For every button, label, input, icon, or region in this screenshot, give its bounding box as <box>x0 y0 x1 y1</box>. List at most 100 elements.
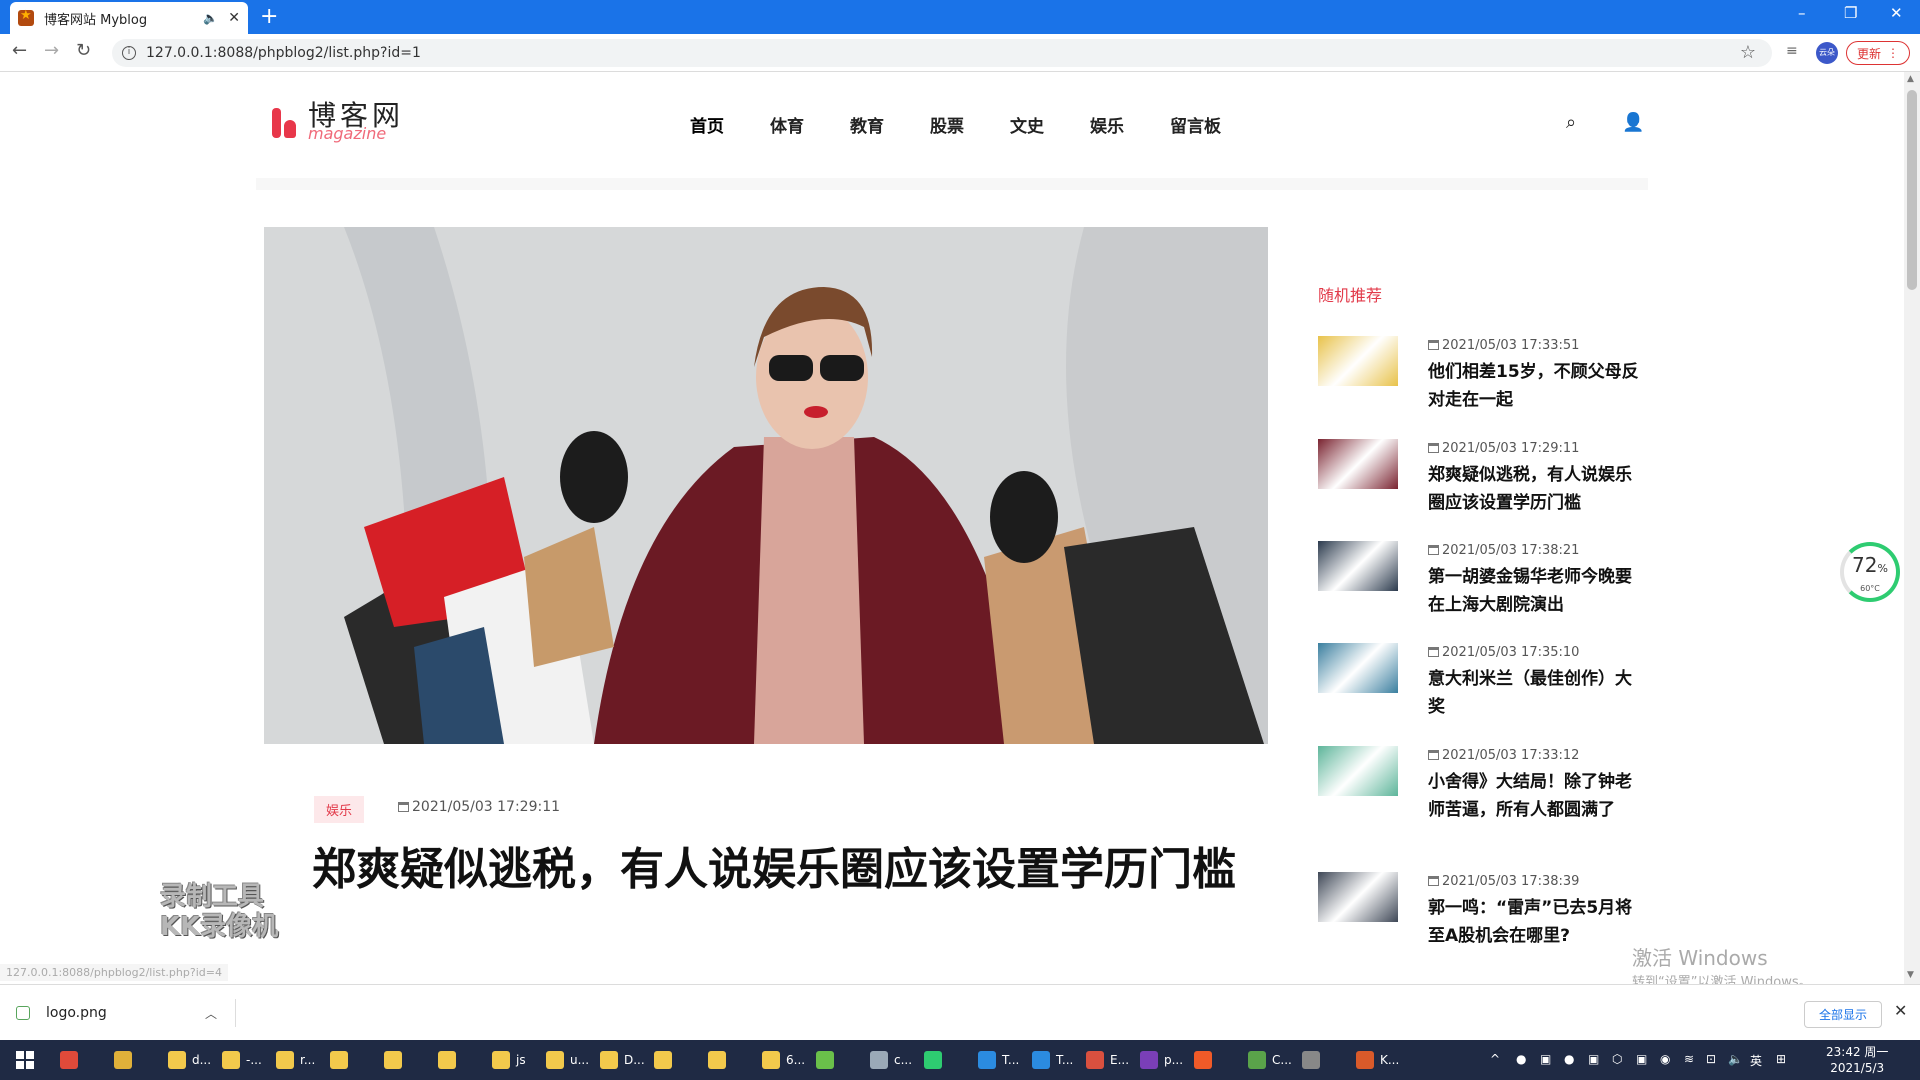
taskbar-app[interactable] <box>330 1048 354 1072</box>
taskbar-app[interactable] <box>1302 1048 1326 1072</box>
ime-indicator[interactable]: 英 <box>1750 1052 1762 1069</box>
page-scrollbar[interactable]: ▲ ▼ <box>1904 72 1920 984</box>
keyboard-icon[interactable]: ⊞ <box>1776 1052 1786 1066</box>
minimize-icon[interactable]: – <box>1798 4 1806 22</box>
update-button[interactable]: 更新 ⋮ <box>1846 41 1910 65</box>
taskbar-app[interactable]: r... <box>276 1048 315 1072</box>
more-menu-icon[interactable]: ⋮ <box>1887 46 1899 60</box>
nav-education[interactable]: 教育 <box>850 112 884 137</box>
taskbar-app[interactable]: 6... <box>762 1048 805 1072</box>
browser-tab[interactable]: 博客网站 Myblog 🔈 ✕ <box>10 2 248 34</box>
header-divider <box>256 178 1648 190</box>
nav-guestbook[interactable]: 留言板 <box>1170 112 1221 137</box>
category-tag[interactable]: 娱乐 <box>314 796 365 823</box>
tab-close-icon[interactable]: ✕ <box>228 10 240 26</box>
recommend-item[interactable]: 2021/05/03 17:38:39 郭一鸣：“雷声”已去5月将至A股机会在哪… <box>1318 872 1648 974</box>
profile-avatar[interactable]: 云朵 <box>1816 42 1838 64</box>
nav-home[interactable]: 首页 <box>690 112 724 137</box>
scroll-up-icon[interactable]: ▲ <box>1907 74 1914 84</box>
recommend-item[interactable]: 2021/05/03 17:29:11 郑爽疑似逃税，有人说娱乐圈应该设置学历门… <box>1318 439 1648 541</box>
taskbar-app[interactable] <box>924 1048 948 1072</box>
recommend-title[interactable]: 郑爽疑似逃税，有人说娱乐圈应该设置学历门槛 <box>1428 461 1648 517</box>
download-item[interactable]: logo.png ︿ <box>16 999 236 1027</box>
reading-list-icon[interactable]: ≡ <box>1786 43 1798 59</box>
audio-icon[interactable]: 🔈 <box>203 11 218 25</box>
taskbar-app[interactable]: d... <box>168 1048 211 1072</box>
taskbar-app[interactable] <box>816 1048 840 1072</box>
taskbar-app[interactable]: K... <box>1356 1048 1399 1072</box>
tray-app-icon[interactable]: ▣ <box>1588 1052 1599 1066</box>
taskbar-app[interactable]: -... <box>222 1048 262 1072</box>
chevron-up-icon[interactable]: ︿ <box>205 1005 217 1022</box>
scrollbar-thumb[interactable] <box>1907 90 1917 290</box>
taskbar-app[interactable] <box>708 1048 732 1072</box>
tray-app-icon[interactable]: ⬡ <box>1612 1052 1622 1066</box>
address-bar[interactable]: i 127.0.0.1:8088/phpblog2/list.php?id=1 … <box>112 39 1772 67</box>
taskbar-app[interactable]: p... <box>1140 1048 1183 1072</box>
scroll-down-icon[interactable]: ▼ <box>1907 970 1914 980</box>
download-filename[interactable]: logo.png <box>46 1005 107 1021</box>
window-close-icon[interactable]: ✕ <box>1890 4 1903 22</box>
recommend-title[interactable]: 意大利米兰（最佳创作）大奖 <box>1428 665 1648 721</box>
taskbar-app[interactable]: T... <box>1032 1048 1073 1072</box>
recommend-item[interactable]: 2021/05/03 17:33:51 他们相差15岁，不顾父母反对走在一起 <box>1318 336 1648 438</box>
url-text[interactable]: 127.0.0.1:8088/phpblog2/list.php?id=1 <box>146 45 421 61</box>
update-label: 更新 <box>1856 46 1881 61</box>
forward-icon[interactable]: → <box>44 40 59 61</box>
user-icon[interactable]: 👤 <box>1622 112 1644 133</box>
taskbar-app[interactable] <box>60 1048 84 1072</box>
show-all-button[interactable]: 全部显示 <box>1804 1001 1883 1028</box>
tray-app-icon[interactable]: ▣ <box>1636 1052 1647 1066</box>
tray-app-icon[interactable]: ● <box>1516 1052 1526 1066</box>
recommend-item[interactable]: 2021/05/03 17:33:12 小舍得》大结局！除了钟老师苦逼，所有人都… <box>1318 746 1648 848</box>
back-icon[interactable]: ← <box>12 40 27 61</box>
nav-history[interactable]: 文史 <box>1010 112 1044 137</box>
recommend-thumbnail[interactable] <box>1318 541 1398 591</box>
recommend-title[interactable]: 他们相差15岁，不顾父母反对走在一起 <box>1428 358 1648 414</box>
nav-sports[interactable]: 体育 <box>770 112 804 137</box>
nav-entertainment[interactable]: 娱乐 <box>1090 112 1124 137</box>
recommend-title[interactable]: 小舍得》大结局！除了钟老师苦逼，所有人都圆满了 <box>1428 768 1648 824</box>
performance-gauge[interactable]: 72% 60°C <box>1840 542 1900 602</box>
network-icon[interactable]: ⊡ <box>1706 1052 1716 1066</box>
tray-app-icon[interactable]: ▣ <box>1540 1052 1551 1066</box>
taskbar-app[interactable] <box>438 1048 462 1072</box>
recommend-thumbnail[interactable] <box>1318 872 1398 922</box>
recommend-title[interactable]: 第一胡婆金锡华老师今晚要在上海大剧院演出 <box>1428 563 1648 619</box>
taskbar-app[interactable]: E... <box>1086 1048 1129 1072</box>
taskbar-app[interactable]: u... <box>546 1048 589 1072</box>
recommend-item[interactable]: 2021/05/03 17:35:10 意大利米兰（最佳创作）大奖 <box>1318 643 1648 745</box>
site-logo[interactable]: 博客网 magazine <box>266 102 404 142</box>
recommend-title[interactable]: 郭一鸣：“雷声”已去5月将至A股机会在哪里? <box>1428 894 1648 950</box>
recommend-thumbnail[interactable] <box>1318 746 1398 796</box>
tray-overflow-icon[interactable]: ^ <box>1490 1052 1500 1066</box>
recommend-thumbnail[interactable] <box>1318 439 1398 489</box>
taskbar-app[interactable]: js <box>492 1048 526 1072</box>
volume-icon[interactable]: 🔈 <box>1728 1052 1743 1066</box>
download-bar-close-icon[interactable]: ✕ <box>1894 1001 1907 1020</box>
system-clock[interactable]: 23:42 周一 2021/5/3 <box>1826 1044 1888 1076</box>
recommend-thumbnail[interactable] <box>1318 643 1398 693</box>
wifi-icon[interactable]: ≋ <box>1684 1052 1694 1066</box>
taskbar-app[interactable]: T... <box>978 1048 1019 1072</box>
search-icon[interactable]: ⌕ <box>1566 112 1576 133</box>
taskbar-app[interactable] <box>384 1048 408 1072</box>
taskbar-app[interactable] <box>654 1048 678 1072</box>
main-nav: 首页 体育 教育 股票 文史 娱乐 留言板 <box>690 112 1267 137</box>
new-tab-button[interactable]: + <box>260 4 278 29</box>
nav-stocks[interactable]: 股票 <box>930 112 964 137</box>
windows-start-icon[interactable] <box>16 1051 34 1069</box>
wechat-tray-icon[interactable]: ◉ <box>1660 1052 1670 1066</box>
bookmark-star-icon[interactable]: ☆ <box>1740 42 1756 63</box>
restore-icon[interactable]: ❐ <box>1844 4 1857 22</box>
recommend-thumbnail[interactable] <box>1318 336 1398 386</box>
site-info-icon[interactable]: i <box>122 46 136 60</box>
taskbar-app[interactable] <box>114 1048 138 1072</box>
taskbar-app[interactable]: D... <box>600 1048 645 1072</box>
taskbar-app[interactable] <box>1194 1048 1218 1072</box>
tray-app-icon[interactable]: ● <box>1564 1052 1574 1066</box>
reload-icon[interactable]: ↻ <box>76 40 91 61</box>
recommend-item[interactable]: 2021/05/03 17:38:21 第一胡婆金锡华老师今晚要在上海大剧院演出 <box>1318 541 1648 643</box>
taskbar-app[interactable]: c... <box>870 1048 912 1072</box>
taskbar-app[interactable]: C... <box>1248 1048 1292 1072</box>
